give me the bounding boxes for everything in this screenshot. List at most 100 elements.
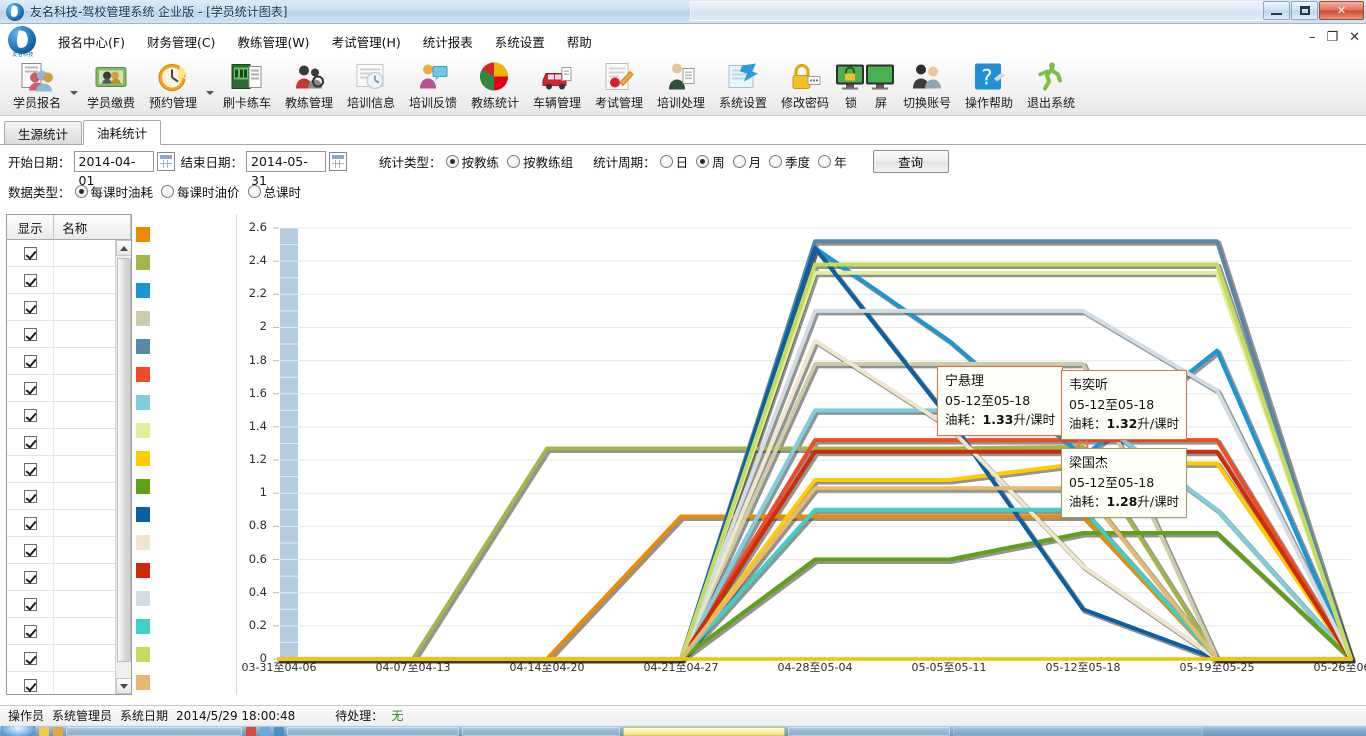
table-row[interactable] (7, 483, 131, 510)
menu-item-enrollment[interactable]: 报名中心(F) (47, 27, 136, 56)
tab-fuel-statistics[interactable]: 油耗统计 (83, 120, 162, 145)
toolbar-button-exam-manage[interactable]: 考试管理 (588, 58, 650, 114)
row-checkbox[interactable] (23, 381, 37, 395)
legend-item[interactable] (136, 472, 236, 500)
stat-type-option-by-group[interactable]: 按教练组 (507, 152, 573, 171)
row-checkbox[interactable] (23, 570, 37, 584)
row-checkbox[interactable] (23, 651, 37, 665)
taskbar-quicklaunch-icon-2[interactable] (53, 726, 63, 736)
menu-item-finance[interactable]: 财务管理(C) (136, 27, 226, 56)
legend-item[interactable] (136, 528, 236, 556)
toolbar-button-coach-manage[interactable]: 教练管理 (278, 58, 340, 114)
toolbar-button-change-password[interactable]: 修改密码 (774, 58, 836, 114)
row-checkbox[interactable] (23, 435, 37, 449)
menu-item-exam[interactable]: 考试管理(H) (321, 27, 412, 56)
row-checkbox[interactable] (23, 597, 37, 611)
toolbar-button-pie-chart[interactable]: 教练统计 (464, 58, 526, 114)
taskbar-icon-3[interactable] (246, 726, 256, 736)
table-row[interactable] (7, 645, 131, 672)
toolbar-button-car-manage[interactable]: 车辆管理 (526, 58, 588, 114)
row-checkbox[interactable] (23, 489, 37, 503)
table-row[interactable] (7, 429, 131, 456)
taskbar-task-1[interactable] (66, 726, 242, 736)
data-type-option-fuel-per-hour[interactable]: 每课时油耗 (74, 182, 153, 201)
toolbar-button-training-info[interactable]: 培训信息 (340, 58, 402, 114)
legend-item[interactable] (136, 248, 236, 276)
legend-item[interactable] (136, 388, 236, 416)
period-option-quarter[interactable]: 季度 (769, 152, 810, 171)
row-show-cell[interactable] (7, 456, 55, 482)
table-row[interactable] (7, 456, 131, 483)
taskbar-quicklaunch-icon-1[interactable] (39, 726, 49, 736)
data-type-option-price-per-hour[interactable]: 每课时油价 (161, 182, 240, 201)
taskbar-icon-4[interactable] (260, 726, 270, 736)
table-row[interactable] (7, 375, 131, 402)
row-checkbox[interactable] (23, 327, 37, 341)
row-checkbox[interactable] (23, 273, 37, 287)
taskbar-task-4[interactable] (788, 726, 950, 736)
toolbar-button-students-register[interactable]: 学员报名 (6, 58, 68, 114)
row-show-cell[interactable] (7, 240, 55, 266)
table-row[interactable] (7, 267, 131, 294)
legend-item[interactable] (136, 304, 236, 332)
row-show-cell[interactable] (7, 267, 55, 293)
legend-item[interactable] (136, 612, 236, 640)
legend-item[interactable] (136, 584, 236, 612)
row-show-cell[interactable] (7, 294, 55, 320)
row-show-cell[interactable] (7, 645, 55, 671)
row-show-cell[interactable] (7, 321, 55, 347)
table-row[interactable] (7, 537, 131, 564)
window-restore-button[interactable] (1291, 1, 1318, 20)
start-date-calendar-icon[interactable] (156, 151, 175, 171)
row-show-cell[interactable] (7, 375, 55, 401)
legend-item[interactable] (136, 220, 236, 248)
mdi-minimize-button[interactable]: – (1309, 31, 1316, 44)
toolbar-button-card-swipe[interactable]: 刷卡练车 (216, 58, 278, 114)
end-date-calendar-icon[interactable] (329, 151, 348, 171)
period-option-year[interactable]: 年 (818, 152, 847, 171)
row-show-cell[interactable] (7, 402, 55, 428)
period-option-month[interactable]: 月 (732, 152, 761, 171)
query-button[interactable]: 查询 (872, 149, 949, 173)
grid-rows-container[interactable] (7, 240, 131, 694)
toolbar-button-switch-account[interactable]: 切换账号 (896, 58, 958, 114)
table-row[interactable] (7, 240, 131, 267)
table-row[interactable] (7, 591, 131, 618)
legend-item[interactable] (136, 360, 236, 388)
row-show-cell[interactable] (7, 672, 55, 694)
legend-item[interactable] (136, 332, 236, 360)
toolbar-button-training-process[interactable]: 培训处理 (650, 58, 712, 114)
mdi-restore-button[interactable]: ❐ (1326, 31, 1338, 44)
toolbar-button-training-feedback[interactable]: 培训反馈 (402, 58, 464, 114)
toolbar-button-system-settings[interactable]: 系统设置 (712, 58, 774, 114)
legend-item[interactable] (136, 556, 236, 584)
toolbar-button-lock-screen[interactable]: 锁 (836, 58, 866, 114)
menu-item-reports[interactable]: 统计报表 (412, 27, 484, 56)
table-row[interactable] (7, 321, 131, 348)
row-show-cell[interactable] (7, 510, 55, 536)
row-checkbox[interactable] (23, 543, 37, 557)
row-show-cell[interactable] (7, 537, 55, 563)
toolbar-button-exit[interactable]: 退出系统 (1020, 58, 1082, 114)
row-checkbox[interactable] (23, 462, 37, 476)
scroll-down-arrow-icon[interactable] (116, 678, 131, 694)
window-close-button[interactable]: ✕ (1319, 1, 1364, 20)
end-date-input[interactable]: 2014-05-31 (246, 150, 327, 188)
taskbar-task-active[interactable] (623, 726, 785, 736)
table-row[interactable] (7, 510, 131, 537)
legend-item[interactable] (136, 416, 236, 444)
row-show-cell[interactable] (7, 483, 55, 509)
row-show-cell[interactable] (7, 564, 55, 590)
toolbar-button-clock-booking[interactable]: 预约管理 (142, 58, 204, 114)
scroll-up-arrow-icon[interactable] (116, 240, 131, 256)
legend-item[interactable] (136, 444, 236, 472)
toolbar-button-payment[interactable]: 学员缴费 (80, 58, 142, 114)
tab-source-statistics[interactable]: 生源统计 (4, 121, 83, 144)
scrollbar-thumb[interactable] (117, 258, 131, 662)
row-show-cell[interactable] (7, 618, 55, 644)
stat-type-option-by-coach[interactable]: 按教练 (445, 152, 499, 171)
table-row[interactable] (7, 348, 131, 375)
start-button-icon[interactable] (1, 725, 35, 736)
grid-vertical-scrollbar[interactable] (115, 240, 131, 694)
row-checkbox[interactable] (23, 300, 37, 314)
